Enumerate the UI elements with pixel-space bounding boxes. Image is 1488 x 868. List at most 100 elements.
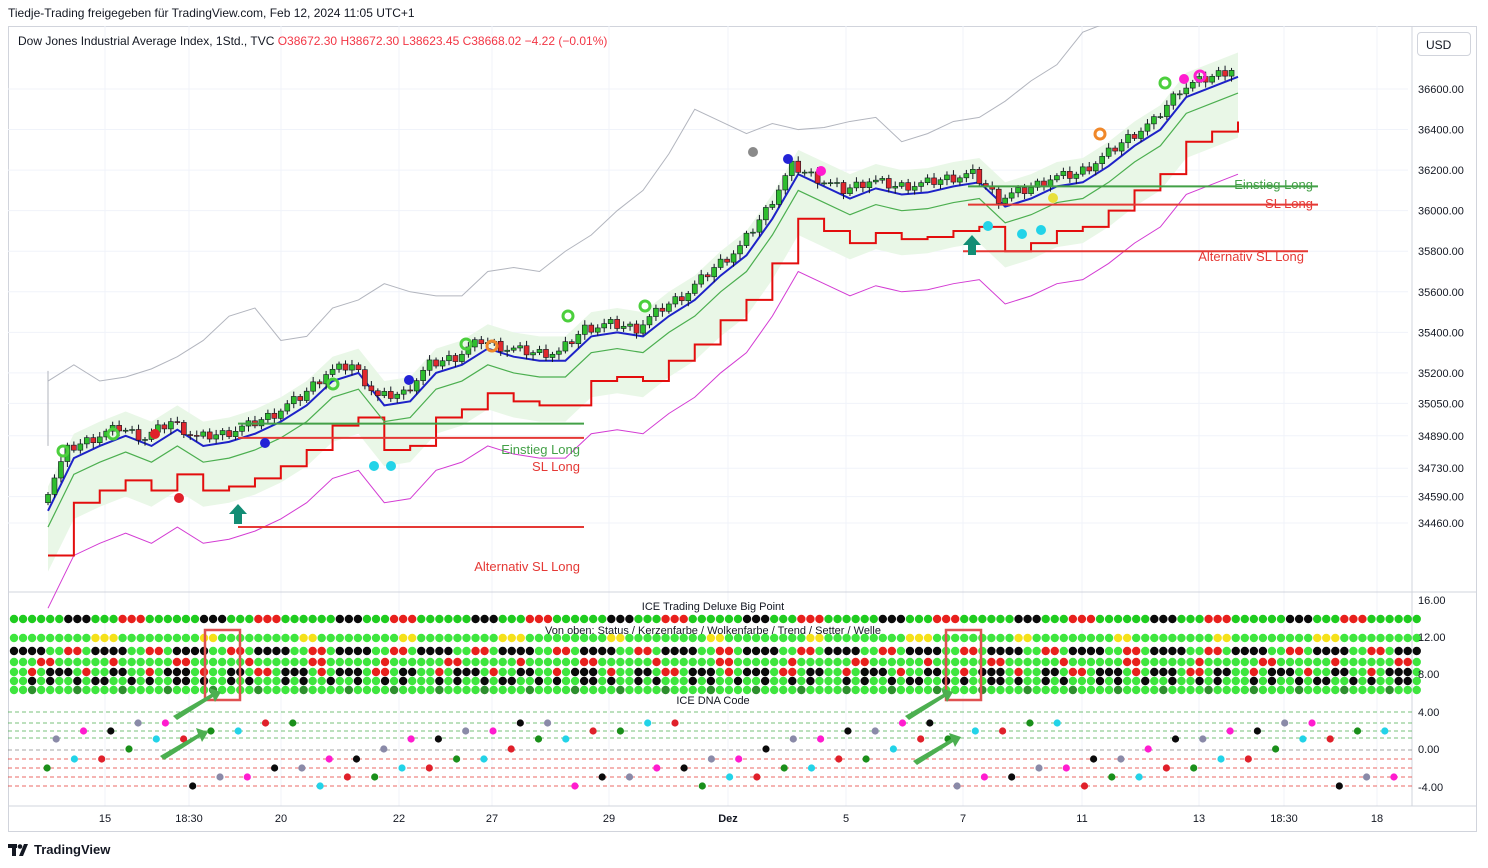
matrix-dot [471, 685, 480, 695]
candle-body [271, 412, 278, 419]
candle-body [239, 425, 245, 432]
dna-dot [316, 782, 324, 790]
matrix-dot [869, 657, 878, 667]
matrix-dot [154, 685, 163, 695]
matrix-dot [679, 676, 688, 686]
matrix-dot [426, 667, 435, 677]
matrix-dot [960, 657, 969, 667]
matrix-dot [263, 657, 272, 667]
matrix-dot [1403, 657, 1412, 667]
candle-body [976, 169, 983, 184]
matrix-dot [100, 646, 109, 656]
matrix-dot [1132, 614, 1141, 624]
matrix-dot [1222, 646, 1231, 656]
matrix-dot [625, 646, 634, 656]
matrix-dot [932, 646, 942, 656]
matrix-dot [217, 646, 227, 656]
dna-dot [680, 764, 688, 772]
matrix-dot [435, 657, 444, 667]
candle-body [1125, 134, 1131, 144]
candle-body [355, 364, 362, 370]
currency-button[interactable]: USD [1417, 32, 1471, 56]
candle-body [1222, 70, 1228, 77]
dna-dot [1190, 764, 1198, 772]
matrix-dot [281, 646, 290, 656]
matrix-dot [1322, 657, 1331, 667]
tradingview-logo[interactable]: TradingView [8, 842, 110, 857]
dna-dot [298, 764, 306, 772]
candle-body [161, 424, 168, 430]
candle-body [1189, 82, 1196, 89]
matrix-dot [317, 667, 326, 677]
matrix-dot [1141, 646, 1150, 656]
matrix-dot [779, 676, 788, 686]
matrix-dot [724, 676, 734, 686]
matrix-dot [398, 685, 408, 695]
matrix-dot [1177, 646, 1186, 656]
matrix-dot [525, 657, 535, 667]
symbol-title: Dow Jones Industrial Average Index, 1Std… [18, 34, 275, 48]
candle-body [950, 174, 957, 183]
candle-body [1209, 76, 1215, 83]
matrix-dot [480, 667, 489, 677]
matrix-dot [91, 614, 100, 624]
matrix-dot [480, 614, 489, 624]
matrix-dot [362, 614, 372, 624]
candle-body [1215, 70, 1222, 77]
matrix-dot [815, 667, 824, 677]
matrix-dot [561, 676, 571, 686]
time-tick-label: 27 [486, 813, 498, 825]
matrix-dot [9, 685, 19, 695]
signal-dot [748, 147, 758, 157]
candle-body [297, 396, 304, 401]
signal-dot [1179, 74, 1189, 84]
matrix-dot [1276, 646, 1286, 656]
matrix-dot [598, 657, 607, 667]
matrix-dot [1349, 614, 1358, 624]
matrix-dot [1385, 646, 1394, 656]
matrix-dot [1132, 633, 1141, 643]
matrix-dot [770, 685, 779, 695]
matrix-dot [408, 646, 417, 656]
matrix-dot [779, 657, 788, 667]
matrix-dot [199, 614, 209, 624]
dna-dot [216, 773, 224, 781]
matrix-dot [1394, 685, 1403, 695]
matrix-dot [127, 614, 136, 624]
matrix-dot [444, 657, 453, 667]
dna-dot [1035, 764, 1043, 772]
matrix-dot [145, 676, 154, 686]
matrix-dot [489, 646, 498, 656]
time-tick-label: 11 [1076, 813, 1087, 825]
candle-body [187, 434, 194, 436]
signal-ring [638, 299, 652, 313]
matrix-dot [1276, 685, 1286, 695]
matrix-dot [389, 657, 399, 667]
matrix-dot [136, 646, 145, 656]
candle-body [284, 403, 291, 412]
matrix-dot [1023, 676, 1032, 686]
matrix-dot [9, 633, 19, 643]
matrix-dot [770, 676, 779, 686]
candle-body [653, 307, 659, 317]
matrix-dot [625, 667, 634, 677]
candle-body [866, 181, 873, 188]
matrix-dot [308, 657, 317, 667]
matrix-dot [100, 685, 109, 695]
matrix-dot [1349, 633, 1358, 643]
matrix-dot [498, 657, 507, 667]
matrix-dot [1285, 667, 1295, 677]
time-tick-label: 22 [393, 813, 405, 825]
matrix-dot [417, 646, 426, 656]
chart-canvas[interactable]: Einstieg Long SL Long Alternativ SL Long Ei… [8, 26, 1477, 832]
matrix-dot [1376, 633, 1385, 643]
matrix-dot [607, 657, 616, 667]
matrix-dot [1385, 676, 1394, 686]
matrix-dot [896, 685, 906, 695]
matrix-dot [1077, 646, 1087, 656]
candle-body [620, 325, 627, 329]
matrix-dot [607, 614, 616, 624]
matrix-dot [751, 676, 761, 686]
matrix-dot [724, 657, 734, 667]
matrix-dot [18, 657, 28, 667]
